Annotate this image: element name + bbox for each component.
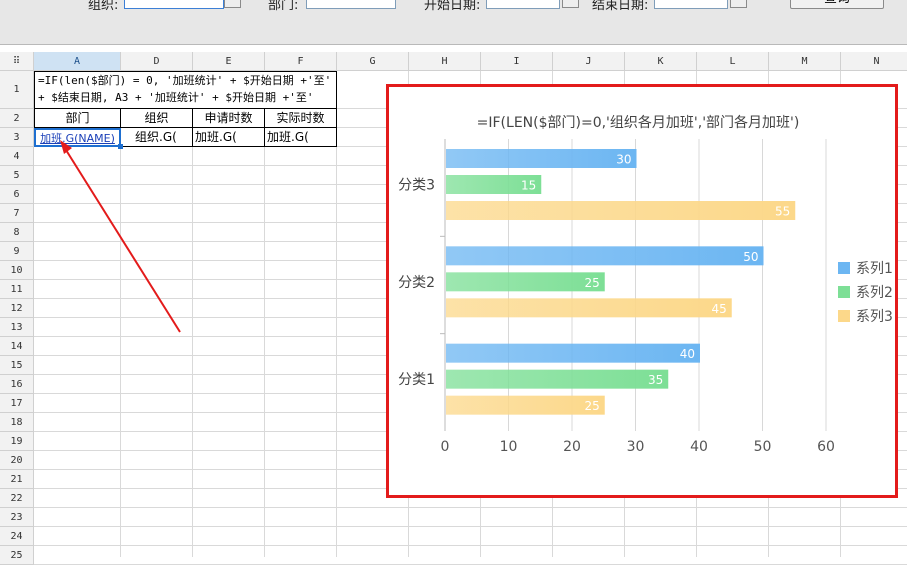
- legend-swatch-系列3: [838, 310, 850, 322]
- legend-label: 系列2: [856, 285, 893, 301]
- data-label: 25: [584, 399, 599, 413]
- data-label: 40: [680, 347, 695, 361]
- legend-label: 系列3: [856, 309, 893, 325]
- category-label: 分类1: [398, 372, 435, 388]
- legend-label: 系列1: [856, 261, 893, 277]
- x-tick-label: 0: [441, 439, 450, 455]
- chart-title: =IF(LEN($部门)=0,'组织各月加班','部门各月加班'): [477, 115, 800, 131]
- bar-分类1-系列1: [446, 343, 700, 363]
- legend-swatch-系列2: [838, 286, 850, 298]
- x-tick-label: 50: [754, 439, 772, 455]
- bar-分类2-系列3: [446, 298, 732, 318]
- legend-swatch-系列1: [838, 262, 850, 274]
- category-label: 分类3: [398, 178, 435, 194]
- annotation-arrow-head: [60, 140, 72, 154]
- bar-分类1-系列3: [446, 395, 605, 415]
- data-label: 55: [775, 205, 790, 219]
- bar-分类3-系列3: [446, 201, 796, 220]
- x-tick-label: 10: [500, 439, 518, 455]
- data-label: 35: [648, 373, 663, 387]
- data-label: 45: [711, 302, 726, 316]
- bar-分类3-系列1: [446, 149, 637, 168]
- x-tick-label: 60: [817, 439, 835, 455]
- bar-分类1-系列2: [446, 369, 669, 389]
- data-label: 30: [616, 153, 631, 167]
- chart-frame[interactable]: =IF(LEN($部门)=0,'组织各月加班','部门各月加班') 0 10 20 3…: [386, 84, 898, 498]
- x-tick-label: 30: [627, 439, 645, 455]
- annotation-arrow-line: [65, 149, 181, 333]
- bar-分类2-系列2: [446, 272, 605, 292]
- data-label: 50: [743, 250, 758, 264]
- x-tick-label: 20: [563, 439, 581, 455]
- bar-chart: =IF(LEN($部门)=0,'组织各月加班','部门各月加班') 0 10 20 3…: [398, 115, 893, 455]
- data-label: 25: [584, 276, 599, 290]
- x-tick-label: 40: [690, 439, 708, 455]
- data-label: 15: [521, 179, 536, 193]
- bar-分类2-系列1: [446, 246, 764, 266]
- category-label: 分类2: [398, 275, 435, 291]
